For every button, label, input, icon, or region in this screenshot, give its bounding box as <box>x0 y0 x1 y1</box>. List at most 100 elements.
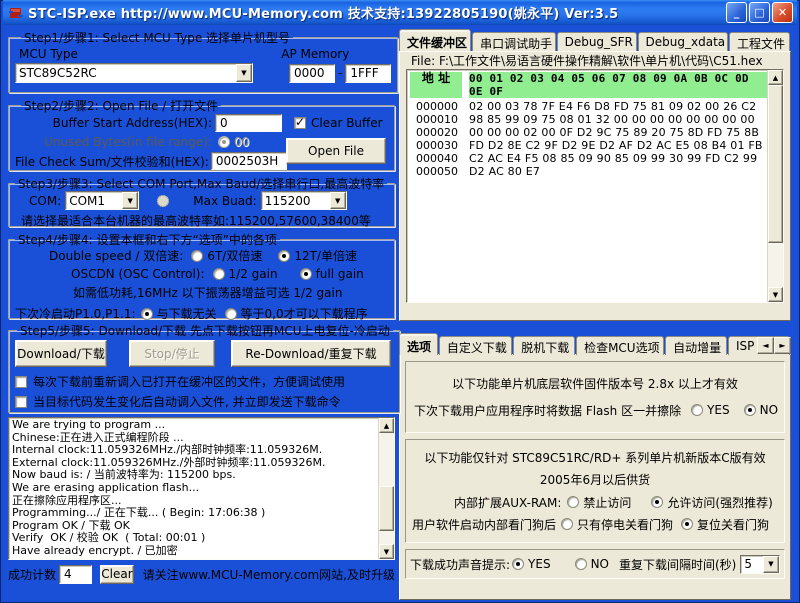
scroll-down-icon[interactable]: ▼ <box>379 544 394 559</box>
scrollbar-thumb[interactable] <box>379 486 394 530</box>
erase-dataflash-no-radio[interactable] <box>744 404 756 416</box>
radio-equal-zero[interactable] <box>225 308 237 320</box>
tab-debug-sfr[interactable]: Debug_SFR <box>557 32 637 51</box>
scrollbar-thumb[interactable] <box>768 85 783 243</box>
watchdog-poweroff-label: 只有停电关看门狗 <box>577 516 673 533</box>
log-line: Have already encrypt. / 已加密 <box>12 545 378 558</box>
erase-dataflash-yes-radio[interactable] <box>691 404 703 416</box>
log-lines[interactable]: We are trying to program ...Chinese:正在进入… <box>9 418 378 559</box>
sound-yes-radio[interactable] <box>512 558 524 570</box>
close-button[interactable]: ✕ <box>772 2 793 23</box>
options-tabstrip: 选项 自定义下载 脱机下载 检查MCU选项 自动增量 ISP DEMO ◄ ► <box>399 333 791 355</box>
radio-6t[interactable] <box>191 250 203 262</box>
max-baud-label: Max Buad: <box>193 194 256 208</box>
log-scrollbar[interactable]: ▲ ▼ <box>378 418 394 559</box>
step3-group: Step3/步骤3: Select COM Port,Max Baud/选择串行… <box>8 175 395 227</box>
sound-no-radio[interactable] <box>575 558 587 570</box>
ap-memory-end-field[interactable]: 1FFF <box>345 64 391 83</box>
radio-half-gain[interactable] <box>213 268 225 280</box>
gain-hint: 如需低功耗,16MHz 以下振荡器增益可选 1/2 gain <box>73 284 342 301</box>
com-label: COM: <box>29 194 61 208</box>
scroll-up-icon[interactable]: ▲ <box>379 418 394 433</box>
ap-memory-start-field[interactable]: 0000 <box>289 64 335 83</box>
max-baud-combobox[interactable]: 115200 ▼ <box>261 191 347 210</box>
window-title: STC-ISP.exe http://www.MCU-Memory.com 技术… <box>28 3 618 22</box>
com-combobox[interactable]: COM1 ▼ <box>65 191 139 210</box>
tab-file-buffer[interactable]: 文件缓冲区 <box>399 29 471 51</box>
scroll-up-icon[interactable]: ▲ <box>768 70 783 85</box>
radio-12t[interactable] <box>278 250 290 262</box>
radio-download-unrelated[interactable] <box>141 308 153 320</box>
checksum-field[interactable]: 0002503H <box>211 152 287 170</box>
mcu-type-value: STC89C52RC <box>16 64 236 82</box>
unused-bytes-radio <box>218 136 230 148</box>
auxram-enable-radio[interactable] <box>651 496 663 508</box>
hex-row: 00001098 85 99 09 75 08 01 32 00 00 00 0… <box>410 113 767 126</box>
file-group: File: F:\工作文件\易语言硬件操作精解\软件\单片机\代码\C51.he… <box>402 52 788 320</box>
tab-options[interactable]: 选项 <box>399 333 438 355</box>
watchdog-poweroff-radio[interactable] <box>561 518 573 530</box>
firmware-options-box: 以下功能单片机底层软件固件版本号 2.8x 以上才有效 下次下载用户应用程序时将… <box>405 361 785 433</box>
erase-dataflash-yes-label: YES <box>707 403 730 417</box>
hex-row: 000040C2 AC E4 F5 08 85 09 90 85 09 99 3… <box>410 152 767 165</box>
hex-columns-header: 00 01 02 03 04 05 06 07 08 09 0A 0B 0C 0… <box>469 72 767 98</box>
minimize-button[interactable]: _ <box>726 2 747 23</box>
tab-check-mcu-options[interactable]: 检查MCU选项 <box>576 336 664 355</box>
file-path-label: File: F:\工作文件\易语言硬件操作精解\软件\单片机\代码\C51.he… <box>408 52 766 69</box>
reload-before-download-checkbox[interactable] <box>15 376 27 388</box>
c-version-note: 以下功能仅针对 STC89C51RC/RD+ 系列单片机新版本C版有效 <box>424 449 765 466</box>
success-count-field[interactable]: 4 <box>59 565 92 584</box>
tab-serial-assistant[interactable]: 串口调试助手 <box>472 32 555 51</box>
oscdn-label: OSCDN (OSC Control): <box>71 267 205 281</box>
ap-memory-dash: - <box>338 66 342 80</box>
erase-dataflash-label: 下次下载用户应用程序时将数据 Flash 区一并擦除 <box>414 402 681 419</box>
tab-project-file[interactable]: 工程文件 <box>729 32 790 51</box>
tab-scroll-left-icon[interactable]: ◄ <box>757 337 774 354</box>
erase-dataflash-no-label: NO <box>760 403 778 417</box>
radio-full-gain-label: full gain <box>316 267 364 281</box>
step1-group: Step1/步骤1: Select MCU Type 选择单片机型号 MCU T… <box>8 29 398 93</box>
watchdog-reset-radio[interactable] <box>681 518 693 530</box>
tab-custom-download[interactable]: 自定义下载 <box>439 336 512 355</box>
hex-viewer: 地 址 00 01 02 03 04 05 06 07 08 09 0A 0B … <box>406 69 784 303</box>
chevron-down-icon[interactable]: ▼ <box>236 64 252 82</box>
cold-start-label: 下次冷启动P1.0,P1.1: <box>15 305 136 322</box>
step2-group: Step2/步骤2: Open File / 打开文件 Buffer Start… <box>8 97 395 171</box>
buffer-tabpane: File: F:\工作文件\易语言硬件操作精解\软件\单片机\代码\C51.he… <box>399 51 791 321</box>
auxram-label: 内部扩展AUX-RAM: <box>454 494 561 511</box>
open-file-button[interactable]: Open File <box>286 138 386 164</box>
chevron-down-icon[interactable]: ▼ <box>330 192 346 209</box>
tab-offline-download[interactable]: 脱机下载 <box>513 336 575 355</box>
chevron-down-icon[interactable]: ▼ <box>763 556 779 573</box>
step4-group: Step4/步骤4: 设置本框和右下方“选项”中的各项 Double speed… <box>8 231 395 319</box>
checksum-label: File Check Sum/文件校验和(HEX): <box>15 153 209 170</box>
interval-value: 5 <box>741 556 763 573</box>
step5-group: Step5/步骤5: Download/下载 先点下载按钮再MCU上电复位-冷启… <box>8 322 400 413</box>
redownload-button[interactable]: Re-Download/重复下载 <box>231 340 391 367</box>
tab-scroll-right-icon[interactable]: ► <box>774 337 791 354</box>
chevron-down-icon[interactable]: ▼ <box>122 192 138 209</box>
hex-scrollbar[interactable]: ▲ ▼ <box>767 70 783 302</box>
maximize-button[interactable]: □ <box>749 2 770 23</box>
sound-yes-label: YES <box>528 557 551 571</box>
mcu-type-combobox[interactable]: STC89C52RC ▼ <box>15 63 253 83</box>
client-area: Step1/步骤1: Select MCU Type 选择单片机型号 MCU T… <box>3 25 797 600</box>
tab-debug-xdata[interactable]: Debug_xdata <box>638 32 729 51</box>
radio-half-gain-label: 1/2 gain <box>229 267 278 281</box>
auxram-disable-radio[interactable] <box>567 496 579 508</box>
log-line: We are trying to program ... <box>12 419 378 432</box>
auto-reload-checkbox[interactable] <box>15 396 27 408</box>
download-button[interactable]: Download/下载 <box>15 340 107 367</box>
hex-row: 00000002 00 03 78 7F E4 F6 D8 FD 75 81 0… <box>410 100 767 113</box>
hex-body[interactable]: 地 址 00 01 02 03 04 05 06 07 08 09 0A 0B … <box>407 70 767 302</box>
clear-count-button[interactable]: Clear <box>100 565 133 584</box>
radio-full-gain[interactable] <box>300 268 312 280</box>
buffer-start-field[interactable]: 0 <box>215 114 282 132</box>
hex-row: 000050D2 AC 80 E7 <box>410 165 767 178</box>
tab-auto-increment[interactable]: 自动增量 <box>665 336 727 355</box>
clear-buffer-checkbox[interactable] <box>294 117 306 129</box>
scroll-down-icon[interactable]: ▼ <box>768 287 783 302</box>
interval-combobox[interactable]: 5 ▼ <box>740 555 780 574</box>
app-window: STC-ISP.exe http://www.MCU-Memory.com 技术… <box>0 0 800 603</box>
ap-memory-label: AP Memory <box>281 47 349 61</box>
